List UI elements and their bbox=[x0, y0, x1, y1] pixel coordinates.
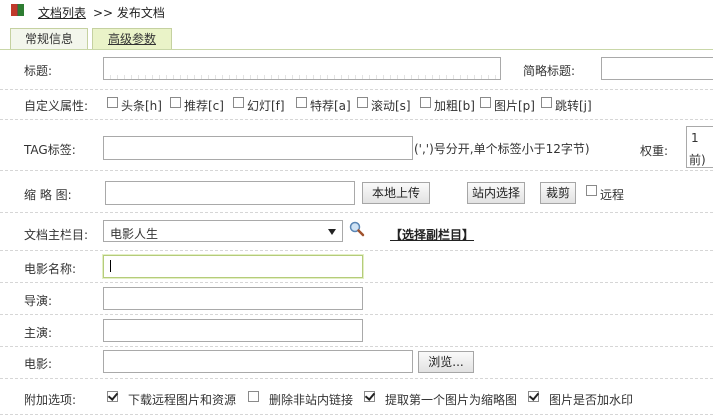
extra-option-label: 下载远程图片和资源 bbox=[128, 393, 237, 407]
thumb-input[interactable] bbox=[105, 181, 355, 205]
crop-button[interactable]: 裁剪 bbox=[540, 182, 576, 204]
extra-label: 附加选项: bbox=[24, 393, 77, 407]
extra-option-label: 删除非站内链接 bbox=[269, 393, 354, 407]
attr-label: 特荐[a] bbox=[310, 99, 351, 113]
search-icon[interactable] bbox=[349, 221, 365, 237]
attr-checkbox[interactable] bbox=[296, 97, 307, 108]
attr-label: 推荐[c] bbox=[184, 99, 224, 113]
short-title-input[interactable] bbox=[601, 57, 713, 80]
attr-checkbox[interactable] bbox=[541, 97, 552, 108]
site-select-button[interactable]: 站内选择 bbox=[467, 182, 525, 204]
short-title-label: 简略标题: bbox=[523, 64, 576, 78]
actor-label: 主演: bbox=[24, 326, 53, 340]
movie-file-input[interactable] bbox=[103, 350, 413, 373]
attr-checkbox[interactable] bbox=[480, 97, 491, 108]
tab-advanced-params[interactable]: 高级参数 bbox=[92, 28, 172, 49]
title-input[interactable] bbox=[103, 57, 501, 80]
movie-label: 电影: bbox=[24, 357, 53, 371]
weight-suffix: 前) bbox=[689, 153, 706, 167]
breadcrumb-link-doc-list[interactable]: 文档列表 bbox=[38, 4, 86, 21]
director-input[interactable] bbox=[103, 287, 363, 310]
tab-label: 常规信息 bbox=[24, 32, 73, 46]
attr-label: 图片[p] bbox=[494, 99, 535, 113]
title-label: 标题: bbox=[24, 64, 53, 78]
attr-checkbox[interactable] bbox=[170, 97, 181, 108]
chevron-down-icon bbox=[328, 229, 336, 235]
movie-name-input[interactable] bbox=[103, 255, 363, 278]
tab-general-info[interactable]: 常规信息 bbox=[10, 28, 88, 49]
actor-input[interactable] bbox=[103, 319, 363, 342]
book-icon bbox=[11, 4, 24, 16]
column-select[interactable]: 电影人生 bbox=[103, 220, 343, 242]
attr-checkbox[interactable] bbox=[357, 97, 368, 108]
weight-value: 1 bbox=[691, 131, 699, 145]
upload-button[interactable]: 本地上传 bbox=[362, 182, 430, 204]
attr-label: 幻灯[f] bbox=[247, 99, 285, 113]
remote-label: 远程 bbox=[600, 188, 625, 202]
column-select-value: 电影人生 bbox=[110, 227, 159, 241]
attr-checkbox[interactable] bbox=[233, 97, 244, 108]
extra-option-label: 图片是否加水印 bbox=[549, 393, 634, 407]
extra-option-checkbox[interactable] bbox=[528, 391, 539, 402]
select-sub-column-link[interactable]: 【选择副栏目】 bbox=[390, 226, 474, 243]
thumb-label: 缩 略 图: bbox=[24, 188, 72, 202]
browse-button[interactable]: 浏览... bbox=[418, 351, 474, 373]
weight-label: 权重: bbox=[640, 144, 669, 158]
extra-option-checkbox[interactable] bbox=[364, 391, 375, 402]
attr-checkbox[interactable] bbox=[420, 97, 431, 108]
text-caret bbox=[110, 260, 111, 272]
director-label: 导演: bbox=[24, 294, 53, 308]
extra-option-checkbox[interactable] bbox=[248, 391, 259, 402]
custom-attr-label: 自定义属性: bbox=[24, 99, 89, 113]
movie-name-label: 电影名称: bbox=[24, 262, 77, 276]
extra-option-checkbox[interactable] bbox=[107, 391, 118, 402]
tag-input[interactable] bbox=[103, 136, 413, 160]
attr-label: 滚动[s] bbox=[371, 99, 411, 113]
attr-label: 头条[h] bbox=[121, 99, 162, 113]
extra-option-label: 提取第一个图片为缩略图 bbox=[385, 393, 518, 407]
tag-label: TAG标签: bbox=[24, 143, 76, 157]
tab-label: 高级参数 bbox=[107, 32, 156, 46]
breadcrumb-current: >> 发布文档 bbox=[93, 6, 165, 20]
weight-input[interactable]: 1 前) bbox=[686, 126, 713, 168]
tag-hint: (',')号分开,单个标签小于12字节) bbox=[414, 142, 590, 156]
attr-checkbox[interactable] bbox=[107, 97, 118, 108]
remote-checkbox[interactable] bbox=[586, 185, 597, 196]
attr-label: 跳转[j] bbox=[555, 99, 592, 113]
column-label: 文档主栏目: bbox=[24, 228, 89, 242]
attr-label: 加粗[b] bbox=[434, 99, 475, 113]
